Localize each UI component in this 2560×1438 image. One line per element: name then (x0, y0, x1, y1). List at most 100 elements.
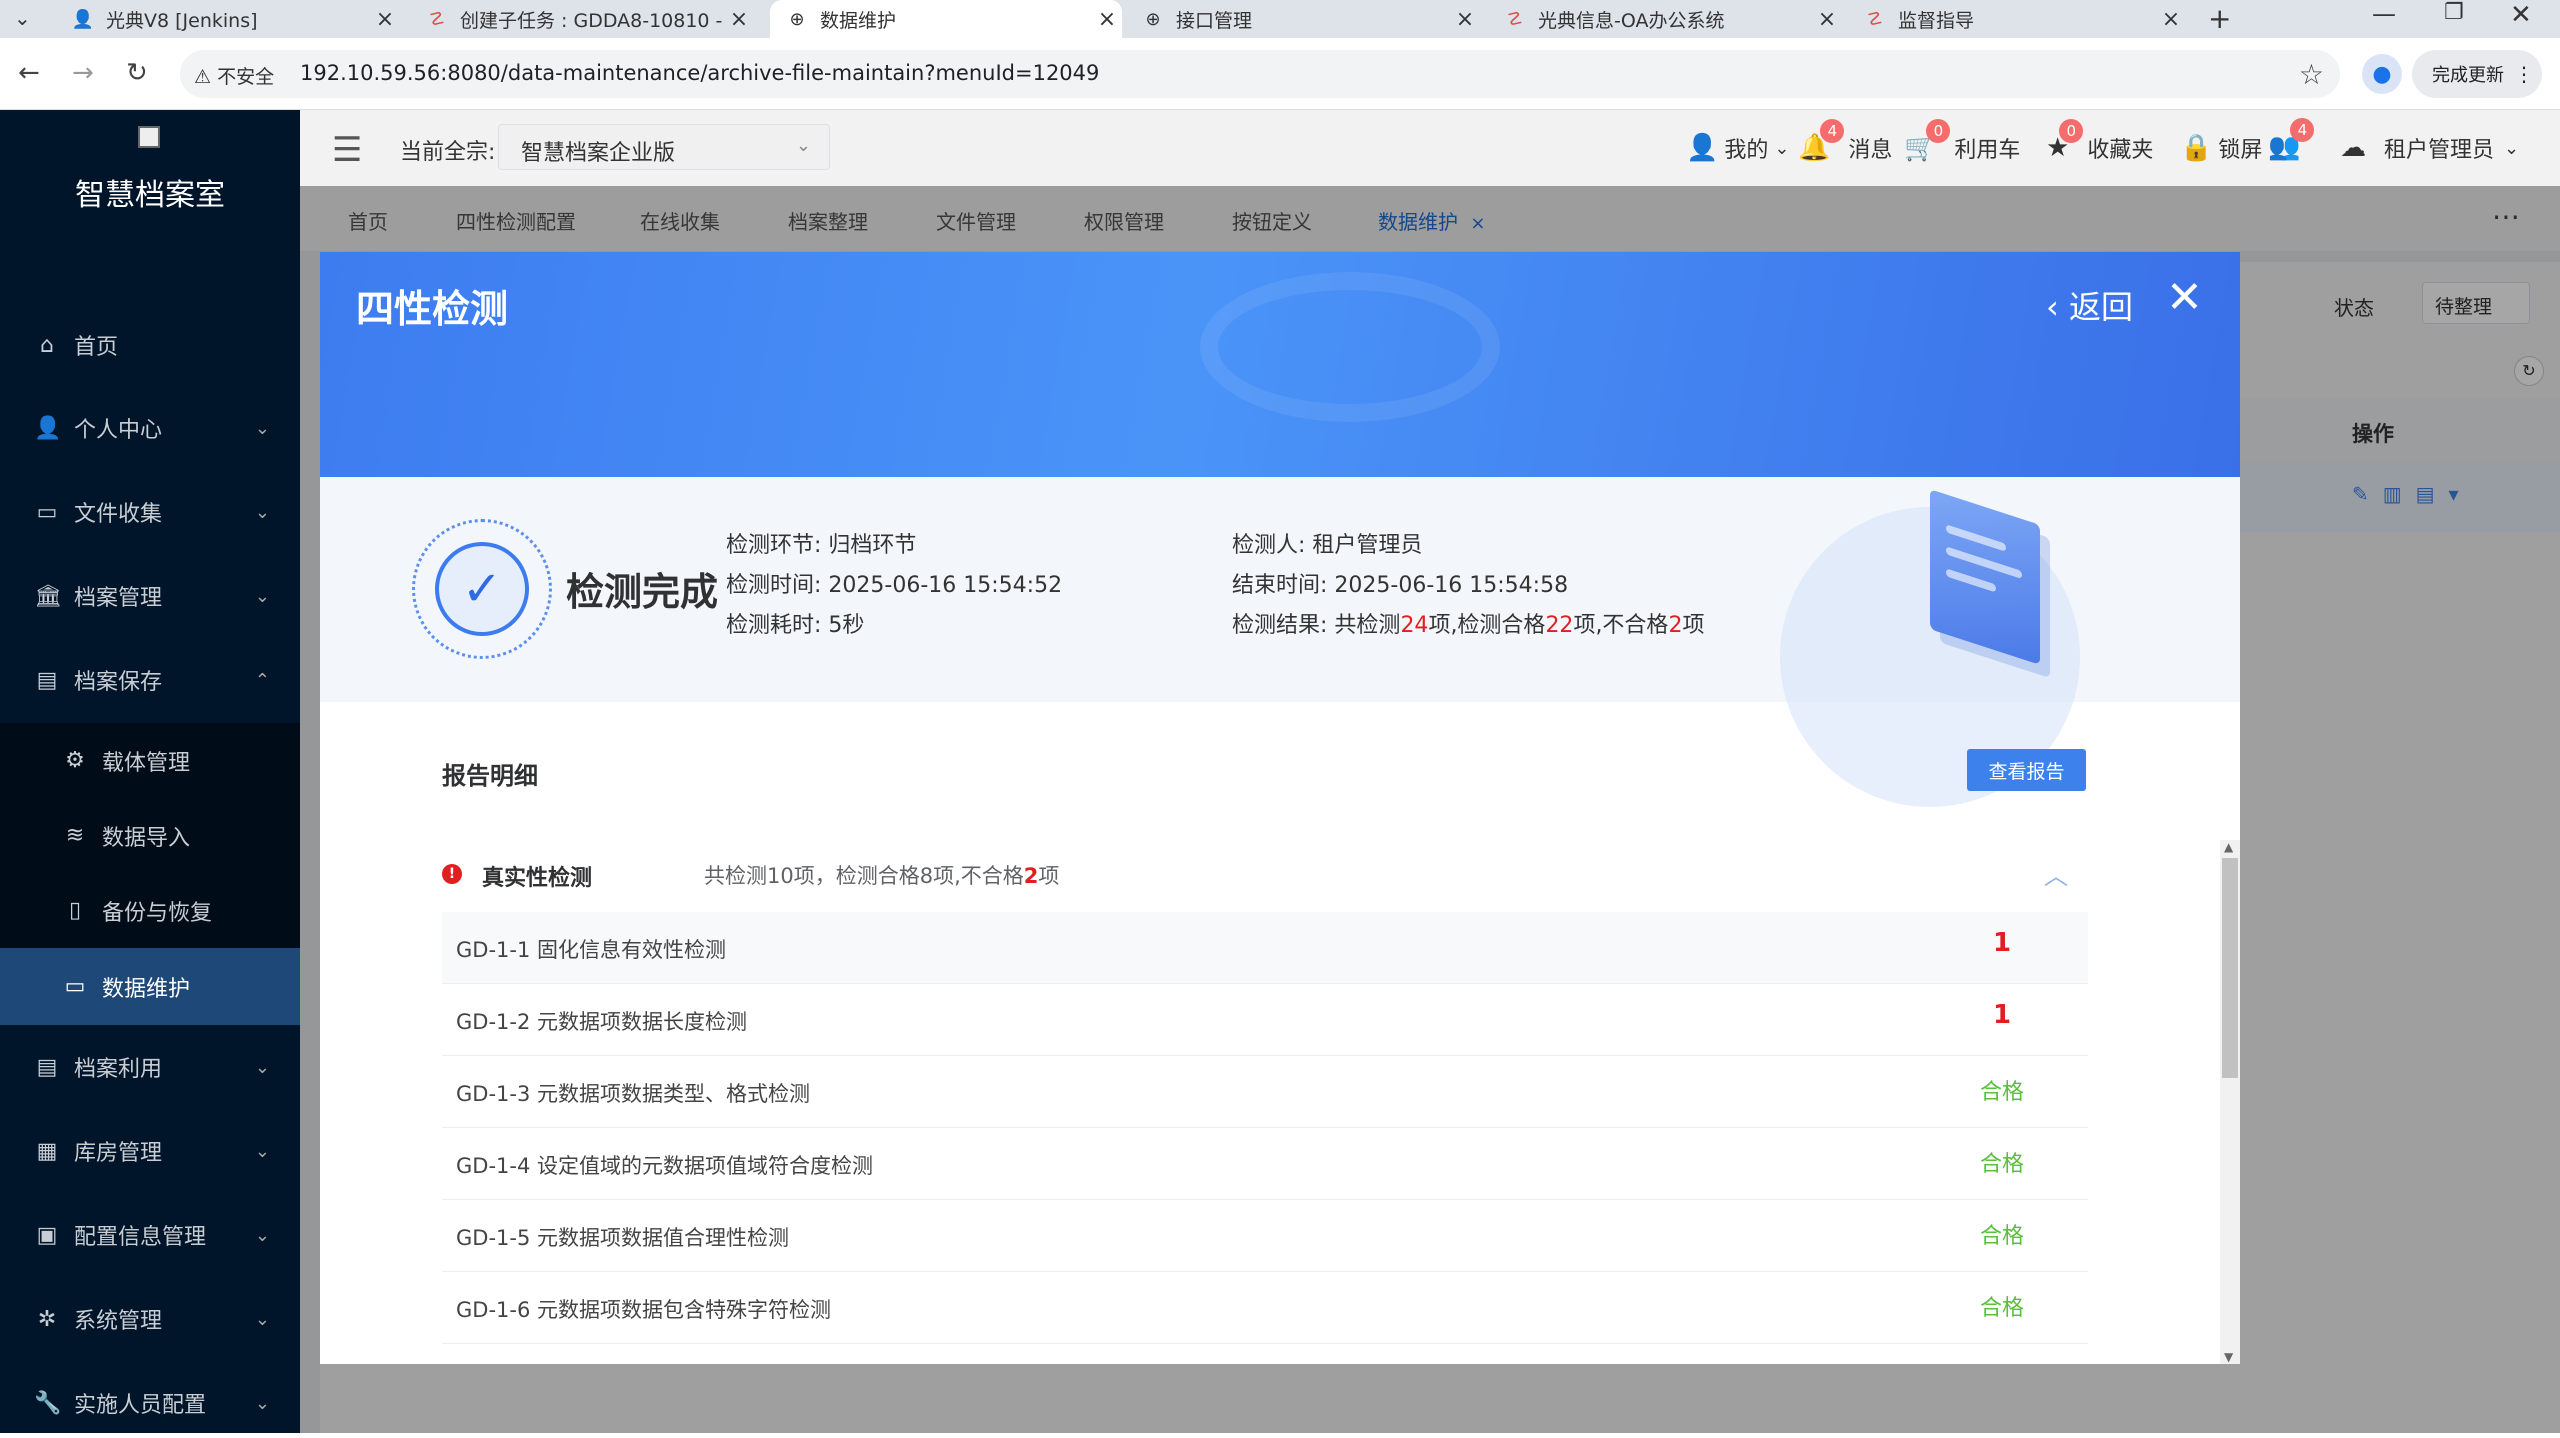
fonds-select[interactable]: 智慧档案企业版 ⌄ (498, 124, 830, 170)
view-report-button[interactable]: 查看报告 (1967, 749, 2086, 791)
table-row[interactable]: GD-1-6 元数据项数据包含特殊字符检测 合格 (442, 1272, 2088, 1344)
check-item-name: GD-1-1 固化信息有效性检测 (456, 938, 726, 962)
chevron-up-icon[interactable]: ︿ (2044, 856, 2068, 891)
current-fonds-label: 当前全宗: (400, 140, 496, 165)
table-row[interactable]: GD-1-3 元数据项数据类型、格式检测 合格 (442, 1056, 2088, 1128)
sidebar-item-system[interactable]: ✲ 系统管理 ⌄ (0, 1284, 300, 1354)
browser-tab-data-maintain[interactable]: ⊕ 数据维护 × (770, 0, 1122, 38)
inspection-modal: 四性检测 ‹ 返回 ✕ ✓ 检测完成 检测环节: 归档环节 检测时间: 2025… (320, 252, 2240, 1364)
favorites-count-badge: 0 (2059, 119, 2084, 143)
tab-title: 接口管理 (1176, 9, 1253, 32)
url-text: 192.10.59.56:8080/data-maintenance/archi… (300, 61, 1100, 85)
inspection-summary: ✓ 检测完成 检测环节: 归档环节 检测时间: 2025-06-16 15:54… (320, 477, 2240, 807)
browser-toolbar: ← → ↻ ⚠ 不安全 192.10.59.56:8080/data-maint… (0, 38, 2560, 110)
jira-icon: ☡ (428, 8, 446, 30)
user-icon: 👤 (1686, 133, 1719, 163)
security-warning[interactable]: ⚠ 不安全 (194, 62, 274, 89)
sidebar-item-backup[interactable]: ▯ 备份与恢复 (0, 873, 300, 948)
table-row[interactable]: GD-1-5 元数据项数据值合理性检测 合格 (442, 1200, 2088, 1272)
favorites-button[interactable]: ★ 0 收藏夹 (2046, 119, 2153, 164)
sidebar-item-implementer[interactable]: 🔧 实施人员配置 ⌄ (0, 1368, 300, 1438)
address-bar[interactable]: ⚠ 不安全 192.10.59.56:8080/data-maintenance… (180, 50, 2340, 98)
sidebar-item-archive-save[interactable]: ▤ 档案保存 ⌃ (0, 645, 300, 715)
config-icon: ▣ (36, 1222, 58, 1248)
check-item-name: GD-1-6 元数据项数据包含特殊字符检测 (456, 1298, 831, 1322)
check-item-name: GD-1-2 元数据项数据长度检测 (456, 1010, 747, 1034)
check-item-name: GD-1-4 设定值域的元数据项值域符合度检测 (456, 1154, 873, 1178)
chevron-down-icon: ⌄ (1774, 137, 1790, 159)
lock-screen-button[interactable]: 🔒 锁屏 (2180, 132, 2262, 164)
hamburger-menu-icon[interactable]: ☰ (332, 130, 362, 170)
folder-icon: ▭ (64, 974, 86, 999)
section-summary: 共检测10项，检测合格8项,不合格2项 (704, 864, 1060, 888)
new-tab-icon[interactable]: + (2208, 2, 2231, 35)
browser-tab-jira[interactable]: ☡ 创建子任务 : GDDA8-10810 - × (414, 0, 754, 38)
end-time-info: 结束时间: 2025-06-16 15:54:58 (1232, 573, 1569, 598)
close-icon[interactable]: × (370, 7, 400, 32)
close-icon[interactable]: × (724, 7, 754, 32)
sidebar-item-import[interactable]: ≋ 数据导入 (0, 798, 300, 873)
check-result: 合格 (1979, 1224, 2024, 1249)
tab-title: 光典V8 [Jenkins] (106, 9, 258, 32)
close-icon[interactable]: × (2156, 7, 2186, 32)
browser-tab-jenkins[interactable]: 👤 光典V8 [Jenkins] × (60, 0, 400, 38)
close-icon[interactable]: × (1812, 7, 1842, 32)
sidebar-item-archive-mgmt[interactable]: 🏛 档案管理 ⌄ (0, 561, 300, 631)
sidebar-item-carrier[interactable]: ⚙ 载体管理 (0, 723, 300, 798)
reload-icon[interactable]: ↻ (126, 58, 148, 88)
minimize-icon[interactable]: — (2372, 0, 2396, 28)
cart-icon: 🛒 0 (1904, 119, 1951, 163)
authenticity-section-header[interactable]: ! 真实性检测 共检测10项，检测合格8项,不合格2项 ︿ (442, 842, 2088, 912)
tenant-menu[interactable]: ☁ 租户管理员 ⌄ (2340, 132, 2519, 164)
sidebar-item-config[interactable]: ▣ 配置信息管理 ⌄ (0, 1200, 300, 1270)
update-button[interactable]: 完成更新 ⋮ (2412, 50, 2542, 98)
close-icon[interactable]: × (1450, 7, 1480, 32)
modal-scrollbar[interactable]: ▲ ▼ (2220, 840, 2240, 1364)
modal-title: 四性检测 (356, 287, 509, 331)
profile-avatar-icon[interactable]: ● (2362, 54, 2402, 94)
sidebar-item-home[interactable]: ⌂ 首页 (0, 310, 300, 380)
table-row[interactable]: GD-1-4 设定值域的元数据项值域符合度检测 合格 (442, 1128, 2088, 1200)
status-text: 检测完成 (566, 570, 719, 614)
scrollbar-thumb[interactable] (2222, 858, 2238, 1078)
chevron-down-icon: ⌄ (254, 417, 270, 439)
table-row[interactable]: GD-1-2 元数据项数据长度检测 1 (442, 984, 2088, 1056)
close-icon[interactable]: × (1092, 7, 1122, 32)
back-arrow-icon[interactable]: ← (18, 58, 40, 88)
bookmark-star-icon[interactable]: ☆ (2299, 58, 2324, 91)
window-close-icon[interactable]: ✕ (2510, 0, 2532, 30)
cloud-icon: ☁ (2340, 133, 2366, 163)
user-group-button[interactable]: 👥 4 (2268, 118, 2315, 162)
forward-arrow-icon[interactable]: → (72, 58, 94, 88)
cart-button[interactable]: 🛒 0 利用车 (1904, 119, 2020, 164)
sidebar-item-personal[interactable]: 👤 个人中心 ⌄ (0, 393, 300, 463)
tab-title: 监督指导 (1898, 9, 1975, 32)
browser-tab-strip: ⌄ 👤 光典V8 [Jenkins] × ☡ 创建子任务 : GDDA8-108… (0, 0, 2560, 38)
lock-icon: 🔒 (2180, 133, 2213, 163)
browser-tab-supervise[interactable]: ☡ 监督指导 × (1852, 0, 2186, 38)
sidebar-item-archive-use[interactable]: ▤ 档案利用 ⌄ (0, 1032, 300, 1102)
user-icon: 👤 (34, 415, 62, 441)
sidebar-item-collect[interactable]: ▭ 文件收集 ⌄ (0, 477, 300, 547)
check-result[interactable]: 1 (1962, 1000, 2042, 1030)
restore-icon[interactable]: ❐ (2444, 0, 2464, 25)
table-row[interactable]: GD-1-1 固化信息有效性检测 1 (442, 912, 2088, 984)
inspector-info: 检测人: 租户管理员 (1232, 533, 1423, 558)
messages-button[interactable]: 🔔 4 消息 (1798, 119, 1892, 164)
report-details: 报告明细 查看报告 ! 真实性检测 共检测10项，检测合格8项,不合格2项 ︿ … (320, 702, 2240, 1364)
browser-tab-api[interactable]: ⊕ 接口管理 × (1130, 0, 1480, 38)
scroll-up-icon[interactable]: ▲ (2224, 840, 2233, 854)
mine-menu[interactable]: 👤 我的 ⌄ (1686, 132, 1789, 164)
check-result: 合格 (1979, 1152, 2024, 1177)
tab-search-chevron-icon[interactable]: ⌄ (14, 6, 31, 30)
sidebar-item-data-maintain[interactable]: ▭ 数据维护 (0, 948, 300, 1025)
star-icon: ★ 0 (2046, 119, 2084, 163)
sidebar-item-warehouse[interactable]: ▦ 库房管理 ⌄ (0, 1116, 300, 1186)
back-button[interactable]: ‹ 返回 (2046, 282, 2133, 328)
scroll-down-icon[interactable]: ▼ (2224, 1350, 2233, 1364)
browser-tab-oa[interactable]: ☡ 光典信息-OA办公系统 × (1492, 0, 1842, 38)
check-result[interactable]: 1 (1962, 928, 2042, 958)
document-illustration (1780, 477, 2240, 807)
check-result: 合格 (1979, 1080, 2024, 1105)
close-icon[interactable]: ✕ (2166, 272, 2203, 323)
